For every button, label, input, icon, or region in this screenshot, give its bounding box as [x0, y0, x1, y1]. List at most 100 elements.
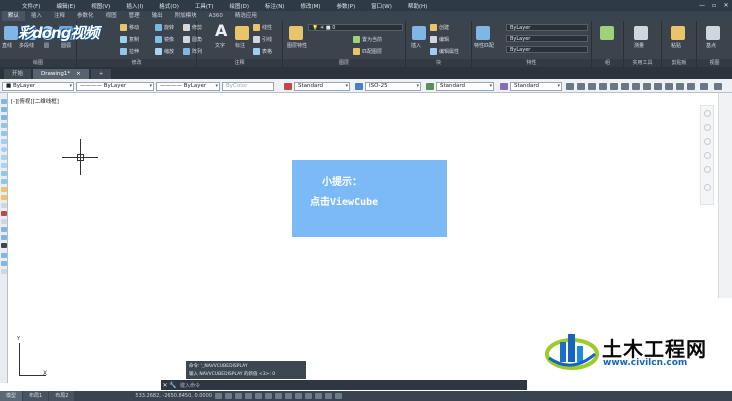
- edit-attribute-tool[interactable]: 编辑属性: [430, 48, 459, 55]
- tab-a360[interactable]: A360: [203, 11, 229, 21]
- layout-tab-model[interactable]: 模型: [0, 391, 23, 401]
- set-current-tool[interactable]: 置为当前: [353, 36, 382, 43]
- command-input[interactable]: 键入命令: [180, 382, 200, 389]
- polar-icon[interactable]: [254, 393, 262, 399]
- menu-edit[interactable]: 编辑(E): [48, 2, 83, 10]
- line-icon[interactable]: [4, 26, 18, 40]
- region-icon[interactable]: [1, 227, 7, 232]
- lineweight-combo[interactable]: ByLayer: [506, 46, 588, 53]
- vertical-scrollbar[interactable]: [718, 93, 732, 298]
- stretch-tool[interactable]: 拉伸: [120, 48, 139, 55]
- spline-icon[interactable]: [1, 163, 7, 168]
- rotate-tool[interactable]: 旋转: [155, 24, 174, 31]
- viewport-label[interactable]: [-][俯视][二维线框]: [11, 97, 59, 105]
- circle-icon[interactable]: [1, 147, 7, 152]
- scale-tool[interactable]: 缩放: [155, 48, 174, 55]
- toolbar-tool-icon[interactable]: [676, 83, 684, 90]
- restore-button[interactable]: ▫: [708, 2, 720, 9]
- ellipse-icon[interactable]: [1, 171, 7, 176]
- layout-tab-layout2[interactable]: 布局2: [49, 391, 75, 401]
- tab-default[interactable]: 默认: [2, 11, 26, 21]
- menu-parametric[interactable]: 参数(P): [329, 2, 364, 10]
- menu-help[interactable]: 帮助(H): [400, 2, 435, 10]
- toolbar-tool-icon[interactable]: [687, 83, 695, 90]
- linetype-combo[interactable]: ByLayer: [506, 35, 588, 42]
- toolbar-tool-icon[interactable]: [1, 261, 7, 266]
- insert-block-icon[interactable]: [1, 187, 7, 192]
- color-select[interactable]: ■ ByLayer ▾: [2, 82, 74, 91]
- pan-icon[interactable]: [704, 124, 711, 131]
- annotation-scale-icon[interactable]: [314, 393, 322, 399]
- toolbar-tool-icon[interactable]: [599, 83, 607, 90]
- table-icon[interactable]: [1, 235, 7, 240]
- osnap-icon[interactable]: [264, 393, 272, 399]
- selection-cycling-icon[interactable]: [304, 393, 312, 399]
- menu-tools[interactable]: 工具(T): [187, 2, 222, 10]
- orbit-icon[interactable]: [704, 152, 711, 159]
- paste-icon[interactable]: [671, 26, 685, 40]
- cloud-icon[interactable]: [1, 155, 7, 160]
- toolbar-tool-icon[interactable]: [665, 83, 673, 90]
- move-tool[interactable]: 移动: [120, 24, 139, 31]
- base-point-icon[interactable]: [706, 26, 720, 40]
- toolbar-tool-icon[interactable]: [632, 83, 640, 90]
- arc-icon[interactable]: [1, 139, 7, 144]
- text-icon[interactable]: [1, 243, 7, 248]
- linetype-select[interactable]: ———— ByLayer ▾: [76, 82, 154, 91]
- toolbar-tool-icon[interactable]: [714, 83, 722, 90]
- customization-icon[interactable]: [334, 393, 342, 399]
- ortho-icon[interactable]: [244, 393, 252, 399]
- navigation-wheel-icon[interactable]: [704, 110, 711, 117]
- toolbar-tool-icon[interactable]: [621, 83, 629, 90]
- table-tool[interactable]: 表格: [253, 48, 272, 55]
- menu-view[interactable]: 视图(V): [83, 2, 118, 10]
- close-button[interactable]: ✕: [720, 2, 732, 9]
- grid-icon[interactable]: [224, 393, 232, 399]
- toolbar-tool-icon[interactable]: [588, 83, 596, 90]
- ellipse-arc-icon[interactable]: [1, 179, 7, 184]
- model-space-icon[interactable]: [214, 393, 222, 399]
- tab-manage[interactable]: 管理: [123, 11, 146, 21]
- polyline-icon[interactable]: [1, 115, 7, 120]
- transparency-icon[interactable]: [294, 393, 302, 399]
- plotstyle-select[interactable]: ByColor: [222, 82, 274, 91]
- snap-icon[interactable]: [234, 393, 242, 399]
- toolbar-tool-icon[interactable]: [577, 83, 585, 90]
- make-block-icon[interactable]: [1, 195, 7, 200]
- customize-icon[interactable]: 🔧: [169, 382, 177, 389]
- tab-featured-apps[interactable]: 精选应用: [229, 11, 263, 21]
- table-style-select[interactable]: Standard ▾: [436, 82, 494, 91]
- tab-parametric[interactable]: 参数化: [71, 11, 100, 21]
- toolbar-tool-icon[interactable]: [566, 83, 574, 90]
- layer-combo[interactable]: 💡 ☀ ■ 0: [308, 24, 403, 31]
- mleader-style-select[interactable]: Standard ▾: [510, 82, 562, 91]
- text-icon[interactable]: A: [215, 23, 229, 39]
- gradient-icon[interactable]: [1, 219, 7, 224]
- match-properties-icon[interactable]: [476, 26, 490, 40]
- workspace-icon[interactable]: [324, 393, 332, 399]
- dim-style-select[interactable]: ISO-25 ▾: [365, 82, 421, 91]
- text-style-select[interactable]: Standard ▾: [294, 82, 350, 91]
- group-icon[interactable]: [600, 26, 614, 40]
- menu-format[interactable]: 格式(O): [151, 2, 187, 10]
- doc-tab-drawing1[interactable]: Drawing1* ×: [33, 69, 89, 79]
- layer-properties-icon[interactable]: [289, 26, 303, 40]
- match-layer-tool[interactable]: 匹配图层: [353, 48, 382, 55]
- otrack-icon[interactable]: [274, 393, 282, 399]
- lineweight-icon[interactable]: [284, 393, 292, 399]
- hatch-icon[interactable]: [1, 211, 7, 216]
- construction-line-icon[interactable]: [1, 107, 7, 112]
- polygon-icon[interactable]: [1, 123, 7, 128]
- doc-tab-start[interactable]: 开始: [4, 69, 32, 79]
- leader-tool[interactable]: 引线: [253, 36, 272, 43]
- tab-view[interactable]: 视图: [100, 11, 123, 21]
- color-combo[interactable]: ByLayer: [506, 24, 588, 31]
- add-tab-button[interactable]: +: [90, 69, 112, 79]
- showmotion-icon[interactable]: [704, 166, 711, 173]
- toolbar-tool-icon[interactable]: [1, 269, 7, 274]
- menu-dimension[interactable]: 标注(N): [257, 2, 292, 10]
- menu-insert[interactable]: 插入(I): [118, 2, 151, 10]
- insert-block-icon[interactable]: [412, 26, 426, 40]
- toolbar-tool-icon[interactable]: [700, 83, 708, 90]
- menu-draw[interactable]: 绘图(D): [222, 2, 258, 10]
